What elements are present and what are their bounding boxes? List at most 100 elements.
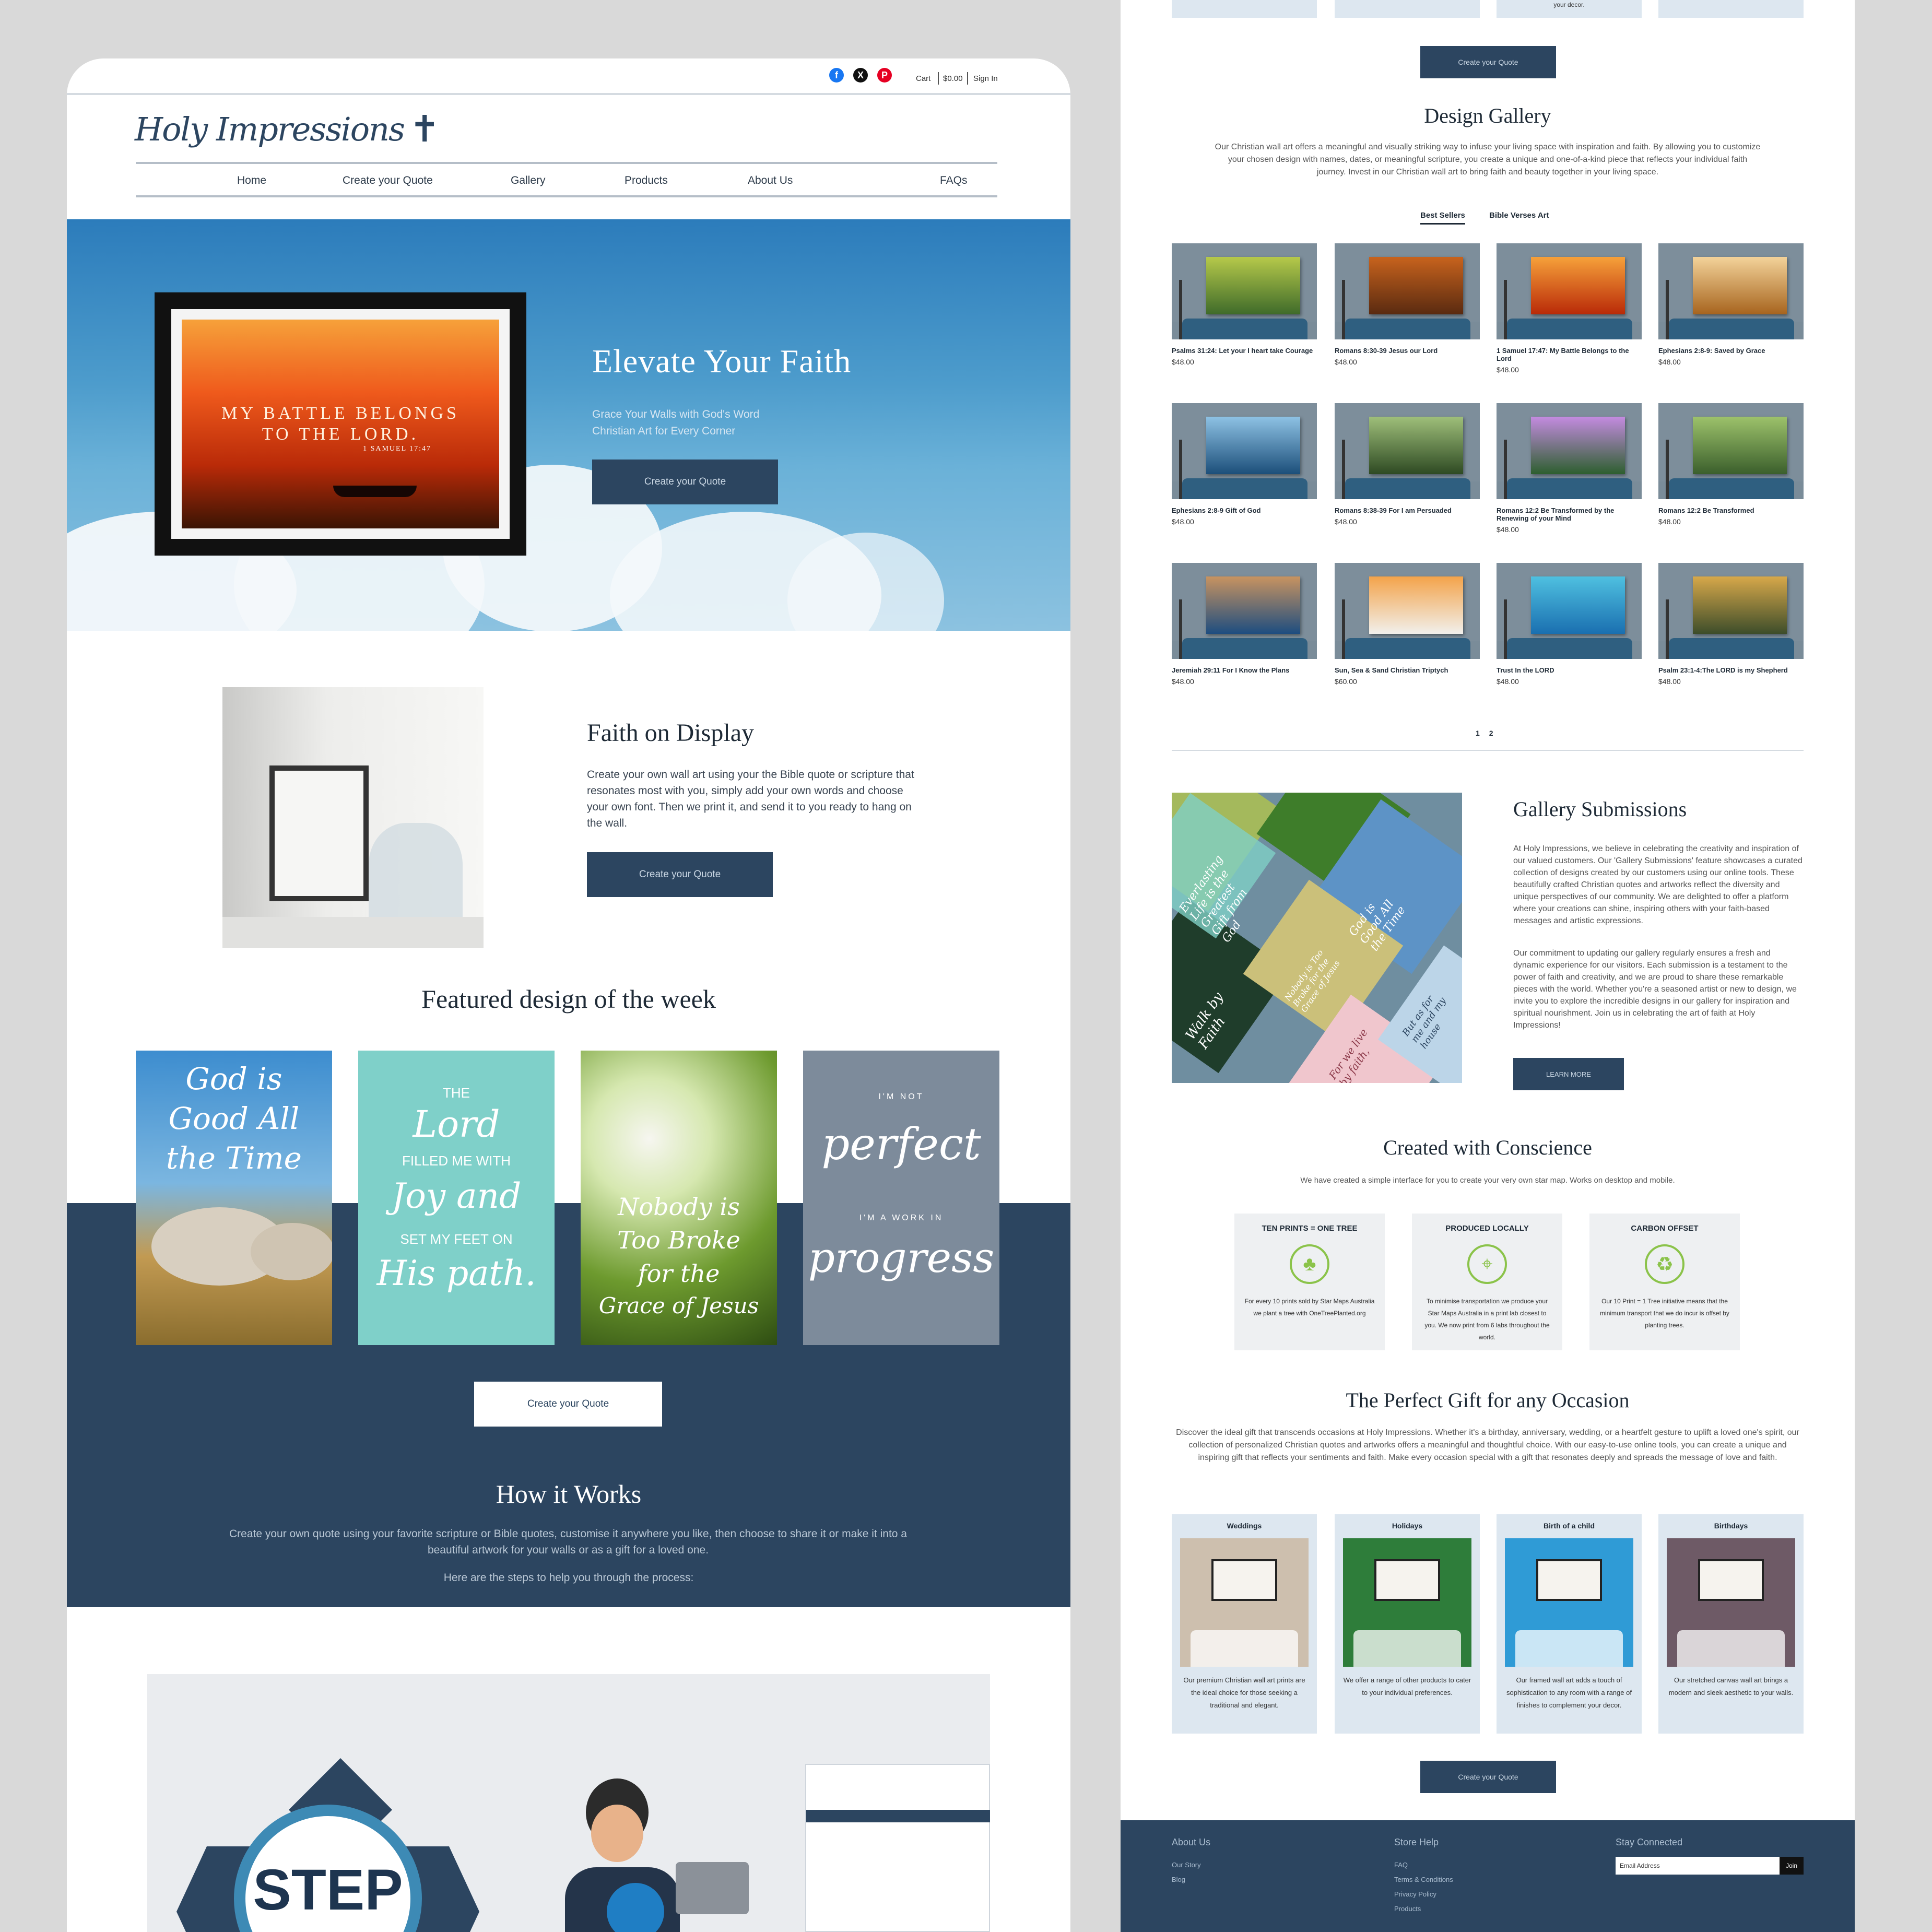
card-heading: CARBON OFFSET: [1631, 1224, 1699, 1233]
facebook-icon[interactable]: f: [829, 68, 844, 83]
product-card[interactable]: Romans 12:2 Be Transformed $48.00: [1658, 403, 1804, 526]
footer-link-privacy[interactable]: Privacy Policy: [1394, 1890, 1436, 1898]
gift-card-description: Our stretched canvas wall art brings a m…: [1668, 1676, 1794, 1697]
homepage-panel: f X P Cart $0.00 Sign In Holy Impression…: [67, 58, 1070, 1932]
product-price: $48.00: [1658, 358, 1681, 366]
how-it-works-steps-intro: Here are the steps to help you through t…: [443, 1572, 694, 1584]
product-name[interactable]: Ephesians 2:8-9: Saved by Grace: [1658, 347, 1804, 355]
footer-help-heading: Store Help: [1394, 1837, 1439, 1847]
product-image[interactable]: [1335, 243, 1480, 339]
gift-card-description: Our premium Christian wall art prints ar…: [1183, 1676, 1305, 1709]
product-name[interactable]: Jeremiah 29:11 For I Know the Plans: [1172, 666, 1317, 674]
learn-more-button[interactable]: LEARN MORE: [1513, 1058, 1624, 1090]
product-image[interactable]: [1335, 563, 1480, 659]
product-image[interactable]: [1172, 243, 1317, 339]
product-name[interactable]: Psalm 23:1-4:The LORD is my Shepherd: [1658, 666, 1804, 674]
page-2-link[interactable]: 2: [1489, 729, 1503, 737]
product-card[interactable]: Trust In the LORD $48.00: [1497, 563, 1642, 686]
nav-gallery[interactable]: Gallery: [511, 174, 546, 187]
product-name[interactable]: Sun, Sea & Sand Christian Triptych: [1335, 666, 1480, 674]
cart-link[interactable]: Cart: [916, 74, 930, 83]
nav-products[interactable]: Products: [625, 174, 668, 187]
sign-in-link[interactable]: Sign In: [973, 74, 998, 83]
gift-card-stub: [1658, 0, 1804, 18]
product-image[interactable]: [1658, 403, 1804, 499]
product-image[interactable]: [1172, 563, 1317, 659]
conscience-title: Created with Conscience: [1383, 1136, 1592, 1159]
gift-card[interactable]: Birthdays Our stretched canvas wall art b…: [1658, 1514, 1804, 1734]
product-name[interactable]: Psalms 31:24: Let your I heart take Cour…: [1172, 347, 1317, 355]
gift-card[interactable]: Weddings Our premium Christian wall art p…: [1172, 1514, 1317, 1734]
page-1-link[interactable]: 1: [1476, 729, 1489, 737]
product-card[interactable]: Ephesians 2:8-9 Gift of God $48.00: [1172, 403, 1317, 526]
site-logo[interactable]: Holy Impressions ✝: [135, 100, 440, 158]
card-description: To minimise transportation we produce yo…: [1424, 1298, 1550, 1341]
hero-create-quote-button[interactable]: Create your Quote: [592, 460, 778, 504]
product-card[interactable]: Romans 8:38-39 For I am Persuaded $48.00: [1335, 403, 1480, 526]
card-text: for the: [638, 1259, 720, 1288]
card-text: Grace of Jesus: [598, 1293, 759, 1318]
product-name[interactable]: Romans 12:2 Be Transformed: [1658, 506, 1804, 514]
top-create-quote-button[interactable]: Create your Quote: [1420, 46, 1556, 78]
product-price: $48.00: [1172, 677, 1194, 686]
featured-card-1[interactable]: God is Good All the Time: [136, 1051, 332, 1345]
tab-bible-verses-art[interactable]: Bible Verses Art: [1489, 211, 1549, 220]
product-card[interactable]: Romans 12:2 Be Transformed by the Renewi…: [1497, 403, 1642, 534]
featured-card-4[interactable]: I'M NOT perfect I'M A WORK IN progress: [803, 1051, 999, 1345]
tab-best-sellers[interactable]: Best Sellers: [1420, 211, 1465, 225]
product-card[interactable]: Romans 8:30-39 Jesus our Lord $48.00: [1335, 243, 1480, 366]
footer-link-terms[interactable]: Terms & Conditions: [1394, 1876, 1453, 1883]
product-name[interactable]: Romans 8:38-39 For I am Persuaded: [1335, 506, 1480, 514]
footer-stay-connected-heading: Stay Connected: [1616, 1837, 1683, 1847]
product-name[interactable]: Trust In the LORD: [1497, 666, 1642, 674]
product-name[interactable]: 1 Samuel 17:47: My Battle Belongs to the…: [1497, 347, 1642, 362]
product-image[interactable]: [1335, 403, 1480, 499]
product-image[interactable]: [1658, 243, 1804, 339]
featured-create-quote-button[interactable]: Create your Quote: [474, 1382, 662, 1427]
gallery-submissions-paragraph-2: Our commitment to updating our gallery r…: [1513, 949, 1797, 1030]
product-name[interactable]: Romans 12:2 Be Transformed by the Renewi…: [1497, 506, 1642, 522]
top-bar: f X P Cart $0.00 Sign In: [67, 58, 1070, 95]
footer-link-our-story[interactable]: Our Story: [1172, 1861, 1201, 1869]
logo-text: Holy Impressions: [135, 110, 405, 148]
nav-create-quote[interactable]: Create your Quote: [343, 174, 433, 187]
product-image[interactable]: [1172, 403, 1317, 499]
featured-card-2[interactable]: THE Lord FILLED ME WITH Joy and SET MY F…: [358, 1051, 555, 1345]
nav-home[interactable]: Home: [237, 174, 266, 187]
join-button[interactable]: Join: [1780, 1857, 1804, 1875]
card-text: Nobody is: [618, 1193, 740, 1221]
product-name[interactable]: Ephesians 2:8-9 Gift of God: [1172, 506, 1317, 514]
product-card[interactable]: Sun, Sea & Sand Christian Triptych $60.00: [1335, 563, 1480, 686]
card-heading: PRODUCED LOCALLY: [1445, 1224, 1529, 1233]
featured-card-3[interactable]: Nobody is Too Broke for the Grace of Jes…: [581, 1051, 777, 1345]
x-icon[interactable]: X: [853, 68, 868, 83]
footer-link-blog[interactable]: Blog: [1172, 1876, 1185, 1883]
hero-title: Elevate Your Faith: [592, 343, 852, 380]
nav-about-us[interactable]: About Us: [748, 174, 793, 187]
product-card[interactable]: Psalm 23:1-4:The LORD is my Shepherd $48.…: [1658, 563, 1804, 686]
product-image[interactable]: [1497, 563, 1642, 659]
gift-card[interactable]: Birth of a child Our framed wall art adds…: [1497, 1514, 1642, 1734]
faith-create-quote-button[interactable]: Create your Quote: [587, 852, 773, 897]
tree-icon: ♣: [1290, 1244, 1329, 1284]
product-card[interactable]: Psalms 31:24: Let your I heart take Cour…: [1172, 243, 1317, 366]
product-card[interactable]: Jeremiah 29:11 For I Know the Plans $48.0…: [1172, 563, 1317, 686]
pinterest-icon[interactable]: P: [877, 68, 892, 83]
location-icon: ⌖: [1467, 1244, 1507, 1284]
nav-faqs[interactable]: FAQs: [940, 174, 968, 187]
conscience-text: We have created a simple interface for y…: [1300, 1176, 1675, 1185]
faith-text: Create your own wall art using your the …: [587, 769, 914, 829]
product-card[interactable]: Ephesians 2:8-9: Saved by Grace $48.00: [1658, 243, 1804, 366]
footer-link-products[interactable]: Products: [1394, 1905, 1421, 1913]
boat-silhouette: [333, 486, 417, 497]
product-name[interactable]: Romans 8:30-39 Jesus our Lord: [1335, 347, 1480, 355]
email-input[interactable]: Email Address: [1616, 1857, 1780, 1875]
product-card[interactable]: 1 Samuel 17:47: My Battle Belongs to the…: [1497, 243, 1642, 374]
product-image[interactable]: [1497, 243, 1642, 339]
gift-card[interactable]: Holidays We offer a range of other produc…: [1335, 1514, 1480, 1734]
product-image[interactable]: [1658, 563, 1804, 659]
cart-total: $0.00: [943, 74, 963, 83]
footer-link-faq[interactable]: FAQ: [1394, 1861, 1408, 1869]
product-image[interactable]: [1497, 403, 1642, 499]
bottom-create-quote-button[interactable]: Create your Quote: [1420, 1761, 1556, 1793]
